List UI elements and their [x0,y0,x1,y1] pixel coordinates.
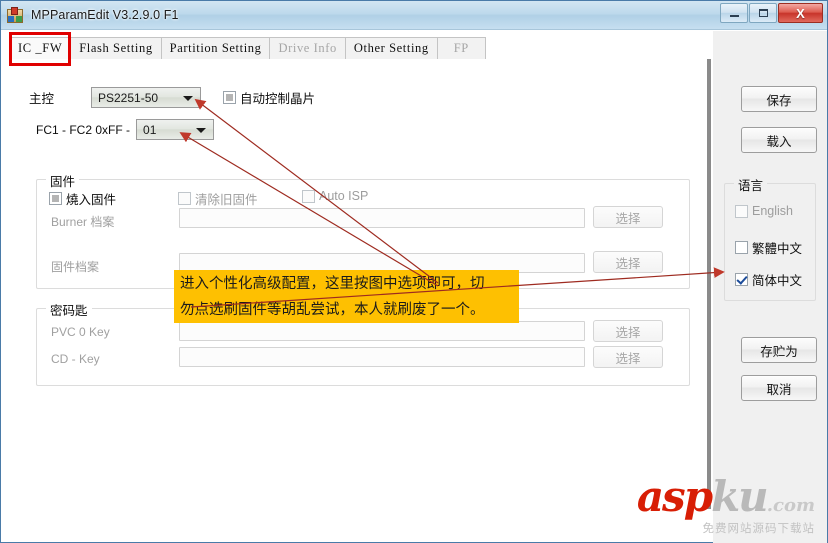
checkbox-box [178,192,191,205]
mcu-row: 主控 PS2251-50 [29,87,201,108]
cd-key-select-button: 选择 [593,346,663,368]
window-controls: X [720,3,823,23]
burn-firmware-checkbox[interactable]: 燒入固件 [49,189,116,208]
language-option-label: English [752,204,793,218]
checkbox-box [735,204,748,218]
annotation-note-line1: 进入个性化高级配置，这里按图中选项即可，切 [180,276,485,292]
checkbox-box [302,189,315,203]
password-key-group-legend: 密码匙 [46,300,92,319]
checkbox-box [735,273,748,286]
clear-old-firmware-label: 清除旧固件 [195,193,258,207]
tab-other-setting[interactable]: Other Setting [344,37,438,59]
tab-fp: FP [436,37,486,59]
fc-prefix-label: FC1 - FC2 0xFF - [36,122,131,137]
mcu-select-value: PS2251-50 [98,90,159,105]
window-title: MPParamEdit V3.2.9.0 F1 [31,8,179,22]
burner-file-input[interactable] [179,208,585,228]
language-option-english[interactable]: English [735,204,793,218]
maximize-button[interactable] [749,3,777,23]
fc-select-value: 01 [143,122,157,137]
burner-file-label: Burner 档案 [51,215,115,229]
firmware-group-legend: 固件 [46,171,80,190]
auto-chip-checkbox[interactable]: 自动控制晶片 [223,88,315,107]
tab-drive-info: Drive Info [269,37,346,59]
burn-firmware-label: 燒入固件 [66,193,117,207]
firmware-file-select-button: 选择 [593,251,663,273]
watermark: aspku.com 免费网站源码下载站 [637,476,815,536]
save-button[interactable]: 保存 [741,86,817,112]
app-icon [7,6,24,24]
language-option-label: 简体中文 [752,274,803,288]
language-option-simplified-chinese[interactable]: 简体中文 [735,270,802,289]
cd-key-label: CD - Key [51,352,100,366]
watermark-asp: asp [636,472,713,521]
pvc-key-label: PVC 0 Key [51,325,110,339]
firmware-file-label: 固件档案 [51,260,100,274]
auto-chip-label: 自动控制晶片 [240,92,316,106]
save-as-button[interactable]: 存贮为 [741,337,817,363]
pvc-key-input[interactable] [179,321,585,341]
tab-ic-fw[interactable]: IC _FW [9,37,72,59]
auto-isp-checkbox: Auto ISP [302,189,368,203]
language-group: 语言 English 繁體中文 简体中文 [724,175,816,301]
cd-key-input[interactable] [179,347,585,367]
pvc-key-select-button: 选择 [593,320,663,342]
mcu-label: 主控 [29,92,55,106]
fc-row: FC1 - FC2 0xFF - 01 [36,119,215,140]
annotation-note-line2: 勿点选刷固件等胡乱尝试，本人就刷废了一个。 [180,302,485,318]
mcu-select[interactable]: PS2251-50 [91,87,201,108]
close-button[interactable]: X [778,3,823,23]
tab-strip: IC _FW Flash Setting Partition Setting D… [9,37,709,60]
tab-flash-setting[interactable]: Flash Setting [70,37,162,59]
chevron-down-icon [183,96,193,101]
burner-file-select-button: 选择 [593,206,663,228]
language-option-label: 繁體中文 [752,242,803,256]
cancel-button[interactable]: 取消 [741,375,817,401]
checkbox-box [735,241,748,254]
load-button[interactable]: 载入 [741,127,817,153]
fc-select[interactable]: 01 [136,119,215,140]
application-window: MPParamEdit V3.2.9.0 F1 X IC _FW Flash S… [0,0,828,543]
language-group-legend: 语言 [734,175,768,194]
title-bar: MPParamEdit V3.2.9.0 F1 X [1,1,827,30]
watermark-logo: aspku.com [637,476,815,526]
watermark-com: .com [766,495,815,516]
clear-old-firmware-checkbox: 清除旧固件 [178,189,258,208]
chevron-down-icon [196,128,207,133]
language-option-traditional-chinese[interactable]: 繁體中文 [735,238,802,257]
auto-isp-label: Auto ISP [319,189,369,203]
tab-partition-setting[interactable]: Partition Setting [160,37,271,59]
checkbox-box [49,192,62,205]
annotation-note: 进入个性化高级配置，这里按图中选项即可，切 勿点选刷固件等胡乱尝试，本人就刷废了… [174,270,519,323]
checkbox-box [223,91,236,104]
panel-divider [709,59,711,509]
minimize-button[interactable] [720,3,748,23]
watermark-ku: ku [711,472,769,521]
